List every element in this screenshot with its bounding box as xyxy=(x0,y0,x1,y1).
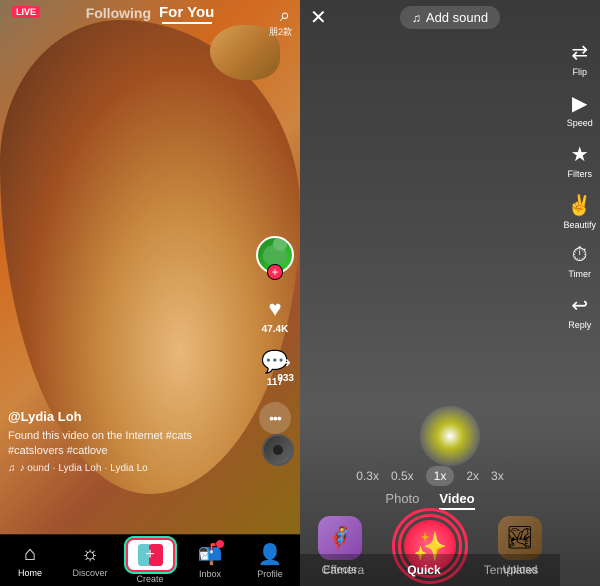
templates-tab[interactable]: Templates xyxy=(484,563,539,577)
flip-label: Flip xyxy=(572,67,587,77)
add-sound-button[interactable]: ♫ Add sound xyxy=(400,6,500,29)
camera-tab[interactable]: Camera xyxy=(322,563,365,577)
left-panel: LIVE Following For You ⌕ 朋2款 + xyxy=(0,0,300,586)
flip-tool[interactable]: ⇄ Flip xyxy=(571,40,588,77)
home-label: Home xyxy=(18,568,42,578)
profile-nav-item[interactable]: 👤 Profile xyxy=(240,542,300,579)
upload-icon: 🏞 xyxy=(506,525,534,551)
like-button[interactable]: ♥ 47.4K xyxy=(262,296,289,335)
timer-icon: ⏱ xyxy=(572,244,588,267)
speed-icon: ▶ xyxy=(572,91,587,116)
camera-top-bar: ✕ ♫ Add sound xyxy=(300,0,600,35)
camera-mode-tabs: Camera Quick Templates xyxy=(300,554,560,586)
following-tab[interactable]: Following xyxy=(86,5,151,21)
quick-tab[interactable]: Quick xyxy=(407,563,440,577)
effects-icon: 🦸 xyxy=(326,525,353,551)
video-tab[interactable]: Video xyxy=(439,491,474,510)
music-disc-inner xyxy=(273,445,283,455)
create-nav-item[interactable]: + Create xyxy=(120,538,180,584)
speed-3x[interactable]: 3x xyxy=(491,469,504,483)
reply-icon: ↩ xyxy=(571,293,588,318)
reply-label: Reply xyxy=(568,320,591,330)
timer-label: Timer xyxy=(568,269,591,279)
music-info: ♫ ♪ ound · Lydia Loh · Lydia Lo xyxy=(8,463,250,474)
inbox-icon-wrapper: 📬 xyxy=(198,542,223,567)
create-button-inner: + xyxy=(138,544,163,566)
heart-icon: ♥ xyxy=(268,296,281,322)
camera-tools: ⇄ Flip ▶ Speed ★ Filters ✌ Beautify ⏱ Ti… xyxy=(563,40,596,330)
discover-nav-item[interactable]: ☼ Discover xyxy=(60,543,120,578)
speed-selector: 0.3x 0.5x 1x 2x 3x xyxy=(300,466,560,486)
right-side-actions: + ♥ 47.4K 💬 117 ••• xyxy=(256,236,294,434)
profile-icon: 👤 xyxy=(258,542,283,567)
foryou-tab-wrapper[interactable]: For You xyxy=(159,4,214,22)
share-icon: ↦ xyxy=(277,355,290,372)
bottom-navigation: ⌂ Home ☼ Discover + Create 📬 Inbox xyxy=(0,534,300,586)
inbox-label: Inbox xyxy=(199,569,221,579)
speed-05x[interactable]: 0.5x xyxy=(391,469,414,483)
bird-head xyxy=(273,237,287,251)
speed-tool[interactable]: ▶ Speed xyxy=(567,91,593,128)
create-plus-icon: + xyxy=(145,546,154,564)
speed-03x[interactable]: 0.3x xyxy=(356,469,379,483)
filters-icon: ★ xyxy=(571,142,589,167)
music-disc xyxy=(262,434,294,466)
foryou-tab[interactable]: For You xyxy=(159,4,214,21)
filters-label: Filters xyxy=(567,169,592,179)
discover-icon: ☼ xyxy=(81,543,99,566)
create-label: Create xyxy=(136,574,163,584)
post-count: 朋2款 xyxy=(269,25,292,38)
more-dots-icon: ••• xyxy=(269,410,281,426)
video-info: @Lydia Loh Found this video on the Inter… xyxy=(8,408,250,474)
share-container[interactable]: ↦ 933 xyxy=(277,353,294,384)
share-count: 933 xyxy=(277,373,294,384)
caption-text: Found this video on the Internet #cats #… xyxy=(8,429,250,458)
bird-icon xyxy=(263,245,287,265)
speed-2x[interactable]: 2x xyxy=(466,469,479,483)
timer-tool[interactable]: ⏱ Timer xyxy=(568,244,591,279)
add-sound-label: Add sound xyxy=(426,10,488,25)
search-icon[interactable]: ⌕ xyxy=(280,5,290,26)
speed-label: Speed xyxy=(567,118,593,128)
like-count: 47.4K xyxy=(262,324,289,335)
home-nav-item[interactable]: ⌂ Home xyxy=(0,543,60,578)
filters-tool[interactable]: ★ Filters xyxy=(567,142,592,179)
speed-1x[interactable]: 1x xyxy=(426,466,455,486)
music-note-icon: ♫ xyxy=(8,463,16,474)
more-button[interactable]: ••• xyxy=(259,402,291,434)
music-title: ♪ ound · Lydia Loh · Lydia Lo xyxy=(20,463,148,474)
photo-tab[interactable]: Photo xyxy=(385,491,419,510)
right-panel: ✕ ♫ Add sound ⇄ Flip ▶ Speed ★ Filters ✌… xyxy=(300,0,600,586)
home-icon: ⌂ xyxy=(24,543,36,566)
beautify-tool[interactable]: ✌ Beautify xyxy=(563,193,596,230)
music-note-icon: ♫ xyxy=(412,11,421,25)
beautify-icon: ✌ xyxy=(567,193,592,218)
foryou-underline xyxy=(162,22,212,24)
username[interactable]: @Lydia Loh xyxy=(8,409,82,424)
live-badge: LIVE xyxy=(12,6,40,18)
video-feed: 朋2款 + ♥ 47.4K 💬 117 ••• xyxy=(0,0,300,534)
flip-icon: ⇄ xyxy=(571,40,588,65)
top-navigation: LIVE Following For You ⌕ xyxy=(0,0,300,26)
inbox-notification-dot xyxy=(216,540,224,548)
discover-label: Discover xyxy=(72,568,107,578)
profile-label: Profile xyxy=(257,569,283,579)
reply-tool[interactable]: ↩ Reply xyxy=(568,293,591,330)
avatar-container[interactable]: + xyxy=(256,236,294,274)
light-orb xyxy=(420,406,480,466)
close-button[interactable]: ✕ xyxy=(310,5,327,30)
create-button[interactable]: + xyxy=(126,538,175,572)
inbox-nav-item[interactable]: 📬 Inbox xyxy=(180,542,240,579)
follow-plus-icon[interactable]: + xyxy=(267,264,283,280)
beautify-label: Beautify xyxy=(563,220,596,230)
